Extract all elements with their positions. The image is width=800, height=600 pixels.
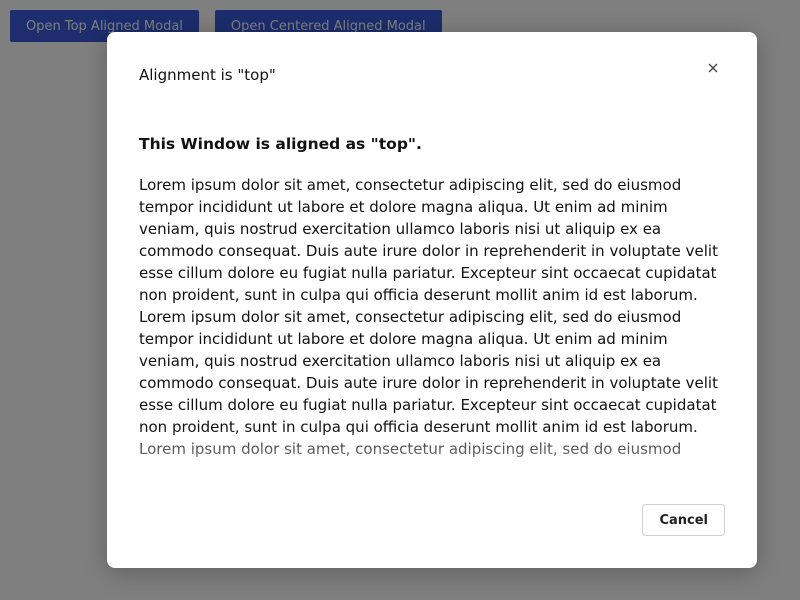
modal-dialog: Alignment is "top" This Window is aligne…	[107, 32, 757, 568]
modal-body-heading: This Window is aligned as "top".	[139, 135, 422, 153]
close-button[interactable]	[701, 56, 725, 80]
cancel-button[interactable]: Cancel	[642, 504, 725, 536]
close-icon	[708, 63, 718, 73]
page: Open Top Aligned Modal Open Centered Ali…	[0, 0, 800, 600]
modal-body-paragraph: Lorem ipsum dolor sit amet, consectetur …	[139, 176, 718, 458]
modal-body[interactable]: This Window is aligned as "top". Lorem i…	[139, 130, 725, 498]
modal-title: Alignment is "top"	[139, 66, 276, 84]
